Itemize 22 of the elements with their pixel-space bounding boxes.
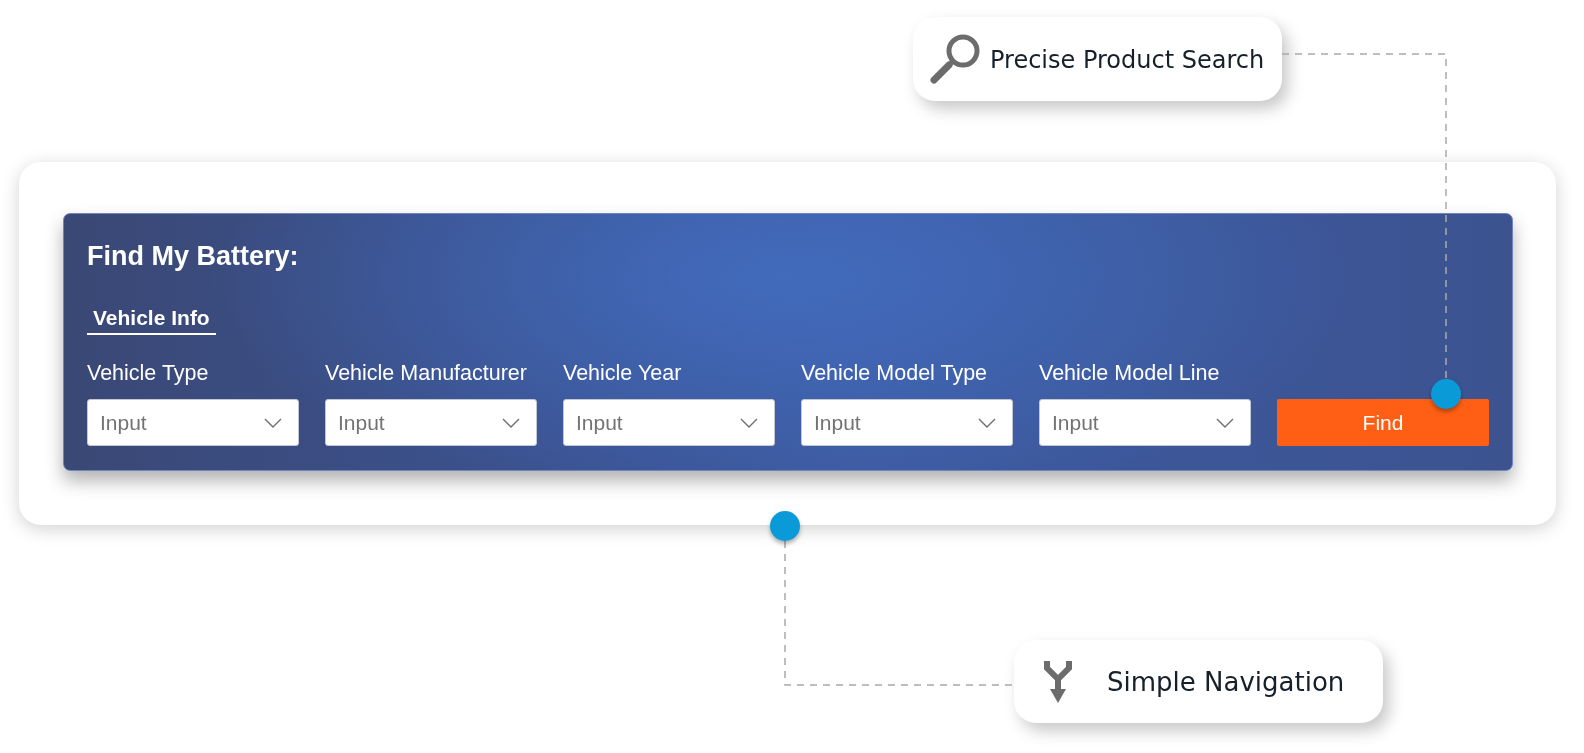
merge-arrow-icon: [1043, 660, 1073, 703]
chevron-down-icon: [1216, 418, 1234, 428]
field-label: Vehicle Type: [87, 361, 209, 385]
field-label: Vehicle Manufacturer: [325, 361, 527, 385]
field-label: Vehicle Model Type: [801, 361, 988, 385]
callout-label: Simple Navigation: [1107, 665, 1345, 699]
magnifier-icon: [929, 33, 981, 85]
panel-title: Find My Battery:: [87, 241, 299, 271]
callout-label: Precise Product Search: [990, 44, 1265, 75]
chevron-down-icon: [264, 418, 282, 428]
chevron-down-icon: [502, 418, 520, 428]
dropdown-field[interactable]: Input: [801, 399, 1013, 446]
field-label: Vehicle Year: [563, 361, 682, 385]
dropdown-field[interactable]: Input: [1039, 399, 1251, 446]
chevron-down-icon: [978, 418, 996, 428]
field-label: Vehicle Model Line: [1039, 361, 1220, 385]
dropdown-field[interactable]: Input: [87, 399, 299, 446]
vehicle-info-tab[interactable]: Vehicle Info: [87, 306, 216, 335]
connector-dot: [770, 511, 800, 541]
dropdown-field[interactable]: Input: [563, 399, 775, 446]
dropdown-field[interactable]: Input: [325, 399, 537, 446]
chevron-down-icon: [740, 418, 758, 428]
